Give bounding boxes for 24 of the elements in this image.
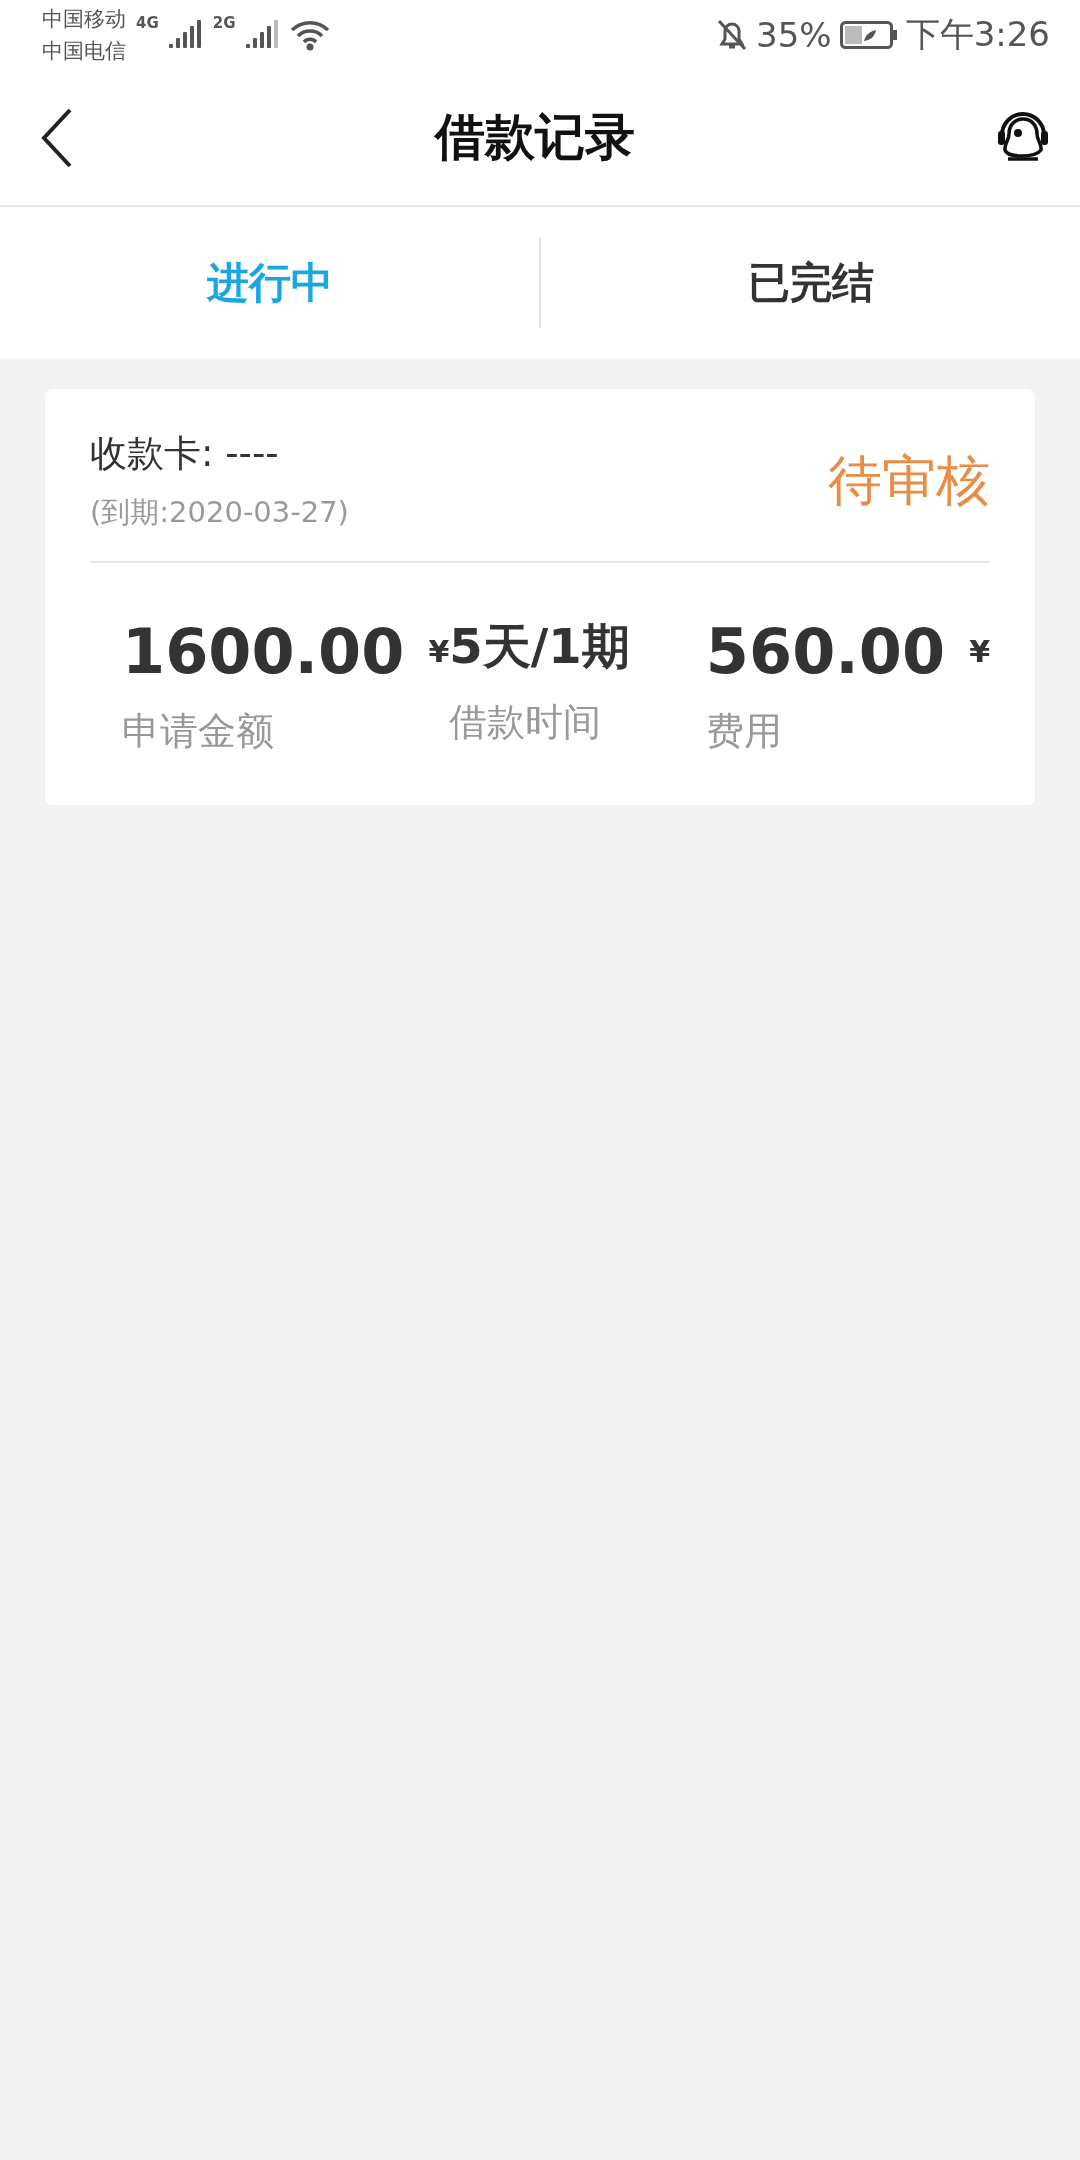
stat-label: 借款时间 [449, 699, 603, 746]
page-title: 借款记录 [433, 107, 636, 168]
battery-percent: 35% [756, 15, 832, 55]
due-date: (到期:2020-03-27) [90, 494, 350, 531]
currency-sign: ¥ [969, 634, 990, 669]
stat-label: 费用 [705, 708, 783, 755]
loan-card[interactable]: 收款卡: ---- (到期:2020-03-27) 待审核 1600.00 ¥ 申请金额 5天/1期 借款时间 560.00 ¥ 费用 [45, 389, 1035, 805]
stat-value: 560.00 [705, 615, 946, 688]
tab[interactable]: 已完结 [541, 207, 1080, 359]
stat-value: 5天/1期 [449, 617, 630, 676]
wifi-icon [289, 19, 330, 51]
battery-icon [839, 21, 898, 49]
loan-status: 待审核 [828, 447, 990, 514]
clock: 下午3:26 [905, 13, 1050, 56]
bell-off-icon [716, 18, 749, 52]
card-number: 收款卡: ---- [90, 431, 280, 477]
currency-sign: ¥ [428, 634, 450, 669]
stat-label: 申请金额 [122, 708, 275, 755]
carrier-name: 中国电信 [42, 38, 126, 65]
back-icon[interactable] [40, 107, 74, 168]
carrier-name: 中国移动 [42, 6, 126, 33]
network-type: 4G [136, 14, 159, 32]
stat-value: 1600.00 [122, 615, 405, 688]
network-type: 2G [212, 14, 236, 32]
